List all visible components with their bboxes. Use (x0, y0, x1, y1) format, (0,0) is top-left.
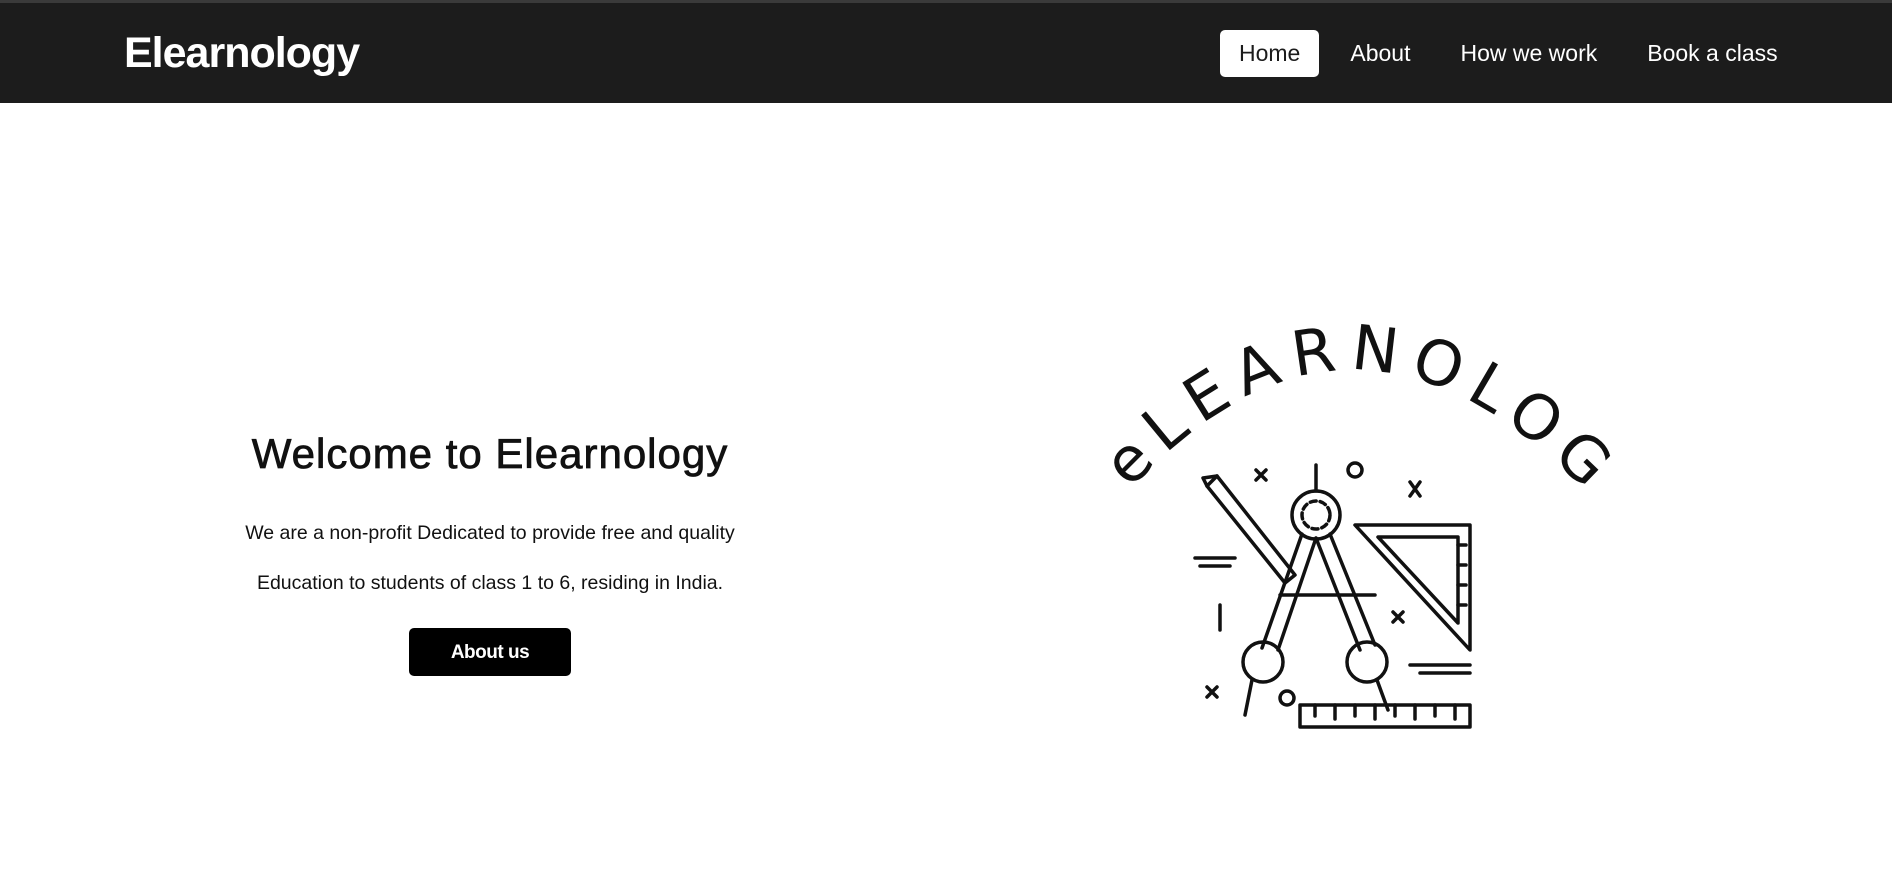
brand-logo-text[interactable]: Elearnology (124, 29, 360, 78)
about-us-button[interactable]: About us (409, 628, 571, 676)
hero-description: We are a non-profit Dedicated to provide… (180, 508, 800, 608)
hero-section: Welcome to Elearnology We are a non-prof… (180, 430, 800, 676)
drafting-tools-illustration (1193, 461, 1472, 729)
hero-title: Welcome to Elearnology (251, 430, 729, 478)
hero-description-line-1: We are a non-profit Dedicated to provide… (245, 522, 735, 544)
nav-home[interactable]: Home (1220, 30, 1320, 77)
main-nav: Home About How we work Book a class (1220, 30, 1809, 77)
navbar: Elearnology Home About How we work Book … (0, 3, 1892, 103)
hero-description-line-2: Education to students of class 1 to 6, r… (256, 572, 724, 594)
nav-about[interactable]: About (1331, 30, 1429, 77)
nav-how-we-work[interactable]: How we work (1441, 30, 1616, 77)
elearnology-logo: eLEARNOLOGY (1080, 300, 1620, 729)
nav-book-a-class[interactable]: Book a class (1628, 30, 1796, 77)
